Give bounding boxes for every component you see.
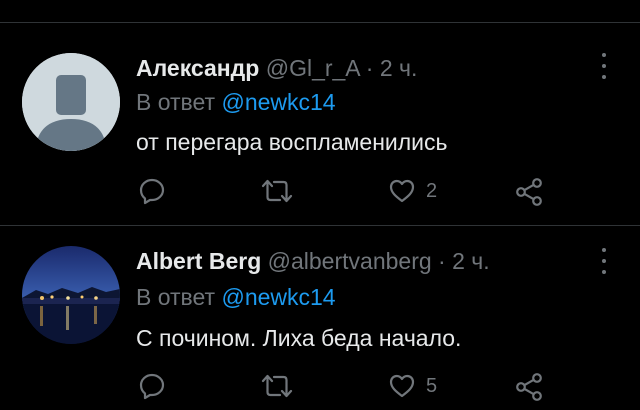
night-harbor-photo — [22, 246, 120, 344]
heart-icon — [389, 179, 415, 203]
like-button[interactable]: 5 — [388, 372, 437, 400]
share-icon — [516, 178, 542, 206]
reply-button[interactable] — [138, 177, 166, 205]
tweet[interactable]: Albert Berg @albertvanberg · 2 ч. В отве… — [0, 226, 640, 410]
timestamp[interactable]: 2 ч. — [452, 248, 490, 274]
retweet-button[interactable] — [260, 372, 294, 400]
more-options-icon[interactable] — [596, 248, 612, 274]
separator: · — [365, 55, 374, 81]
avatar[interactable] — [22, 246, 120, 344]
reply-prefix: В ответ — [136, 89, 216, 115]
default-profile-icon — [22, 53, 120, 151]
share-button[interactable] — [514, 177, 544, 207]
tweet-text: С почином. Лиха беда начало. — [136, 325, 462, 351]
share-button[interactable] — [514, 372, 544, 402]
like-count: 2 — [426, 179, 438, 202]
retweet-icon — [261, 179, 293, 203]
tweet-header: Albert Berg @albertvanberg · 2 ч. — [136, 248, 490, 275]
tweet[interactable]: Александр @Gl_r_A · 2 ч. В ответ @newkc1… — [0, 23, 640, 225]
display-name[interactable]: Александр — [136, 55, 259, 81]
heart-icon — [389, 374, 415, 398]
handle[interactable]: @Gl_r_A — [266, 55, 360, 81]
like-count: 5 — [426, 374, 438, 397]
reply-prefix: В ответ — [136, 284, 216, 310]
reply-icon — [139, 373, 165, 400]
retweet-button[interactable] — [260, 177, 294, 205]
reply-icon — [139, 178, 165, 205]
like-button[interactable]: 2 — [388, 177, 437, 205]
reply-mention[interactable]: @newkc14 — [221, 89, 335, 115]
more-options-icon[interactable] — [596, 53, 612, 79]
handle[interactable]: @albertvanberg — [268, 248, 432, 274]
tweet-header: Александр @Gl_r_A · 2 ч. — [136, 55, 417, 82]
reply-context: В ответ @newkc14 — [136, 89, 336, 116]
display-name[interactable]: Albert Berg — [136, 248, 261, 274]
avatar[interactable] — [22, 53, 120, 151]
tweet-text: от перегара воспламенились — [136, 129, 448, 155]
timestamp[interactable]: 2 ч. — [380, 55, 418, 81]
reply-button[interactable] — [138, 372, 166, 400]
share-icon — [516, 373, 542, 401]
reply-mention[interactable]: @newkc14 — [221, 284, 335, 310]
separator: · — [438, 248, 446, 274]
reply-context: В ответ @newkc14 — [136, 284, 336, 311]
retweet-icon — [261, 374, 293, 398]
